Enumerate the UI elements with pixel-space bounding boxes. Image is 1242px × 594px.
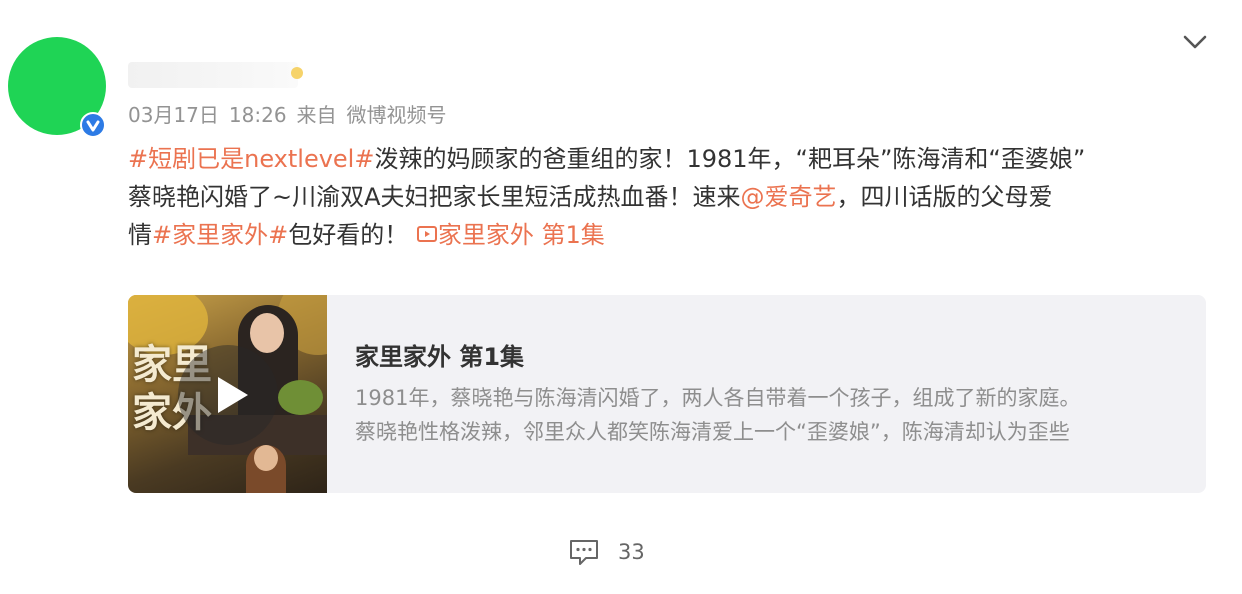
video-link[interactable]: 家里家外 第1集 <box>416 221 605 249</box>
video-description-line: 1981年，蔡晓艳与陈海清闪婚了，两人各自带着一个孩子，组成了新的家庭。 <box>355 386 1081 410</box>
post-text-line: 情#家里家外#包好看的！ 家里家外 第1集 <box>128 216 1208 254</box>
post-text-segment: 情 <box>128 221 152 249</box>
mention-link[interactable]: @爱奇艺 <box>741 183 837 211</box>
video-title[interactable]: 家里家外 第1集 <box>355 337 524 372</box>
video-card[interactable]: 家里 家外 家里家外 第1集 1981年，蔡晓艳与陈海清闪婚了，两人各自带着一个… <box>128 295 1206 493</box>
source-prefix: 来自 <box>296 103 337 127</box>
post-date[interactable]: 03月17日 <box>128 103 219 127</box>
post-text-segment: 包好看的！ <box>288 221 409 249</box>
post-text-segment: 蔡晓艳闪婚了~川渝双A夫妇把家长里短活成热血番！速来 <box>128 183 741 211</box>
post-source[interactable]: 微博视频号 <box>347 103 447 127</box>
weibo-post-card: 03月17日 18:26 来自 微博视频号 #短剧已是nextlevel#泼辣的妈顾家… <box>0 0 1242 594</box>
post-time[interactable]: 18:26 <box>229 103 287 127</box>
post-footer: 33 <box>0 520 1242 594</box>
post-text-line: #短剧已是nextlevel#泼辣的妈顾家的爸重组的家！1981年，“耙耳朵”陈… <box>128 140 1208 178</box>
video-link-icon <box>416 226 437 242</box>
verified-badge-icon <box>80 112 106 138</box>
topic-tag-link[interactable]: #短剧已是nextlevel# <box>128 145 374 173</box>
comment-count: 33 <box>618 540 645 564</box>
post-meta: 03月17日 18:26 来自 微博视频号 <box>128 100 457 130</box>
comment-icon <box>570 540 598 565</box>
play-icon[interactable] <box>178 345 278 445</box>
comment-button[interactable]: 33 <box>568 536 645 568</box>
username-blurred[interactable] <box>128 62 298 88</box>
post-text-segment: ，四川话版的父母爱 <box>836 183 1053 211</box>
post-text-line: 蔡晓艳闪婚了~川渝双A夫妇把家长里短活成热血番！速来@爱奇艺，四川话版的父母爱 <box>128 178 1208 216</box>
video-thumbnail[interactable]: 家里 家外 <box>128 295 327 493</box>
user-level-badge-icon <box>291 67 303 79</box>
post-text: #短剧已是nextlevel#泼辣的妈顾家的爸重组的家！1981年，“耙耳朵”陈… <box>128 140 1208 254</box>
chevron-down-icon[interactable] <box>1178 28 1212 56</box>
topic-tag-link[interactable]: #家里家外# <box>152 221 288 249</box>
post-text-segment: 泼辣的妈顾家的爸重组的家！1981年，“耙耳朵”陈海清和“歪婆娘” <box>374 145 1086 173</box>
video-link-label: 家里家外 第1集 <box>437 221 605 249</box>
video-description: 1981年，蔡晓艳与陈海清闪婚了，两人各自带着一个孩子，组成了新的家庭。 蔡晓艳… <box>355 381 1185 449</box>
video-description-line: 蔡晓艳性格泼辣，邻里众人都笑陈海清爱上一个“歪婆娘”，陈海清却认为歪些 <box>355 420 1070 444</box>
